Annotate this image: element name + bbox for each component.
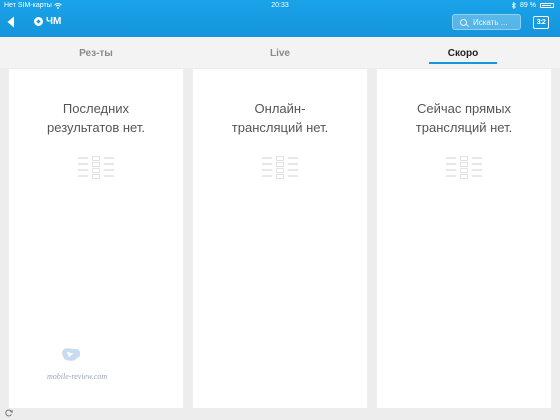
empty-message: Последних результатов нет.: [9, 99, 183, 137]
upcoming-panel: Сейчас прямых трансляций нет.: [377, 69, 551, 408]
watermark-text: mobile-review.com: [47, 372, 108, 381]
battery-percent: 89 %: [520, 2, 536, 9]
page-title: ЧМ: [46, 16, 62, 27]
active-tab-indicator: [429, 62, 497, 64]
tab-live[interactable]: Live: [236, 47, 324, 60]
tab-upcoming[interactable]: Скоро: [419, 47, 507, 60]
battery-icon: [540, 3, 554, 8]
bluetooth-icon: [512, 2, 516, 9]
empty-list-icon: [446, 156, 482, 179]
watermark-logo: [62, 348, 81, 361]
scoreboard-button[interactable]: 3:2: [533, 16, 549, 29]
empty-list-icon: [78, 156, 114, 179]
empty-message-line2: результатов нет.: [47, 120, 145, 135]
top-bar: Нет SIM-карты 20:33 89 % ЧМ Искать ... 3…: [0, 0, 560, 37]
search-icon: [460, 18, 467, 26]
tab-results[interactable]: Рез-ты: [52, 47, 140, 60]
status-time: 20:33: [271, 2, 289, 9]
status-right: 89 %: [512, 1, 554, 10]
empty-message-line1: Последних: [62, 101, 130, 116]
back-arrow-icon[interactable]: [6, 16, 16, 28]
search-placeholder: Искать ...: [473, 17, 508, 27]
empty-message-line2: трансляций нет.: [415, 120, 513, 135]
soccer-ball-icon: [34, 17, 43, 26]
empty-message: Онлайн- трансляций нет.: [193, 99, 367, 137]
empty-message-line1: Онлайн-: [254, 101, 306, 116]
search-input[interactable]: Искать ...: [452, 14, 521, 30]
live-panel: Онлайн- трансляций нет.: [193, 69, 367, 408]
empty-message-line2: трансляций нет.: [231, 120, 329, 135]
results-panel: Последних результатов нет. mobile-review…: [9, 69, 183, 408]
empty-list-icon: [262, 156, 298, 179]
empty-message: Сейчас прямых трансляций нет.: [377, 99, 551, 137]
refresh-icon[interactable]: [5, 409, 13, 417]
empty-message-line1: Сейчас прямых: [417, 101, 511, 116]
